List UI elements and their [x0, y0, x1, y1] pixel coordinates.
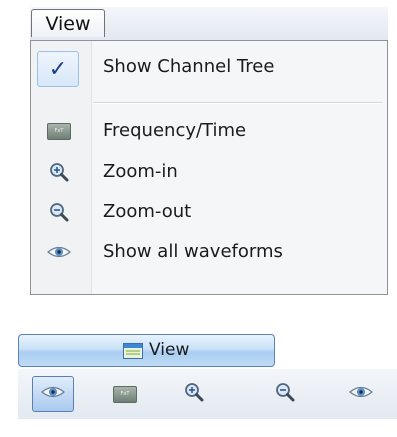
toolbar-zoom-in-button[interactable] [173, 376, 215, 412]
menu-separator [93, 102, 383, 104]
frequency-time-icon-text: FxT [47, 122, 71, 140]
zoom-in-icon [183, 381, 205, 407]
menu-item-frequency-time[interactable]: FxT Frequency/Time [31, 111, 387, 151]
menu-view[interactable]: View [31, 9, 105, 37]
toolbar-frequency-time-button[interactable]: FxT [104, 376, 146, 412]
eye-icon [41, 384, 65, 404]
menu-item-show-all-waveforms[interactable]: Show all waveforms [31, 232, 387, 272]
menu-item-label: Frequency/Time [103, 120, 247, 141]
zoom-out-icon [45, 200, 73, 224]
toolbar-eye-button[interactable] [340, 376, 382, 412]
frequency-time-icon: FxT [45, 119, 73, 143]
eye-icon [45, 240, 73, 264]
menu-item-label: Zoom-in [103, 161, 178, 182]
ribbon-view-button[interactable]: View [18, 334, 275, 367]
view-dropdown-menu: ✓ Show Channel Tree FxT Frequency/Time Z… [30, 40, 388, 295]
ribbon-view-label: View [149, 340, 190, 360]
menu-item-show-channel-tree[interactable]: ✓ Show Channel Tree [31, 47, 387, 87]
menu-item-zoom-out[interactable]: Zoom-out [31, 192, 387, 232]
toolbar-zoom-out-button[interactable] [264, 376, 306, 412]
checkmark-icon: ✓ [37, 51, 79, 87]
menu-item-label: Zoom-out [103, 201, 192, 222]
checkmark-glyph: ✓ [48, 56, 68, 82]
menu-bar: View [30, 7, 388, 41]
zoom-out-icon [274, 381, 296, 407]
window-icon [123, 343, 143, 359]
toolbar-show-waveforms-button[interactable] [32, 376, 74, 412]
frequency-time-icon: FxT [113, 385, 137, 403]
eye-icon [349, 384, 373, 404]
menu-item-label: Show Channel Tree [103, 56, 275, 77]
zoom-in-icon [45, 160, 73, 184]
menu-item-zoom-in[interactable]: Zoom-in [31, 152, 387, 192]
ribbon-toolbar: FxT [18, 369, 397, 419]
menu-item-label: Show all waveforms [103, 241, 283, 262]
